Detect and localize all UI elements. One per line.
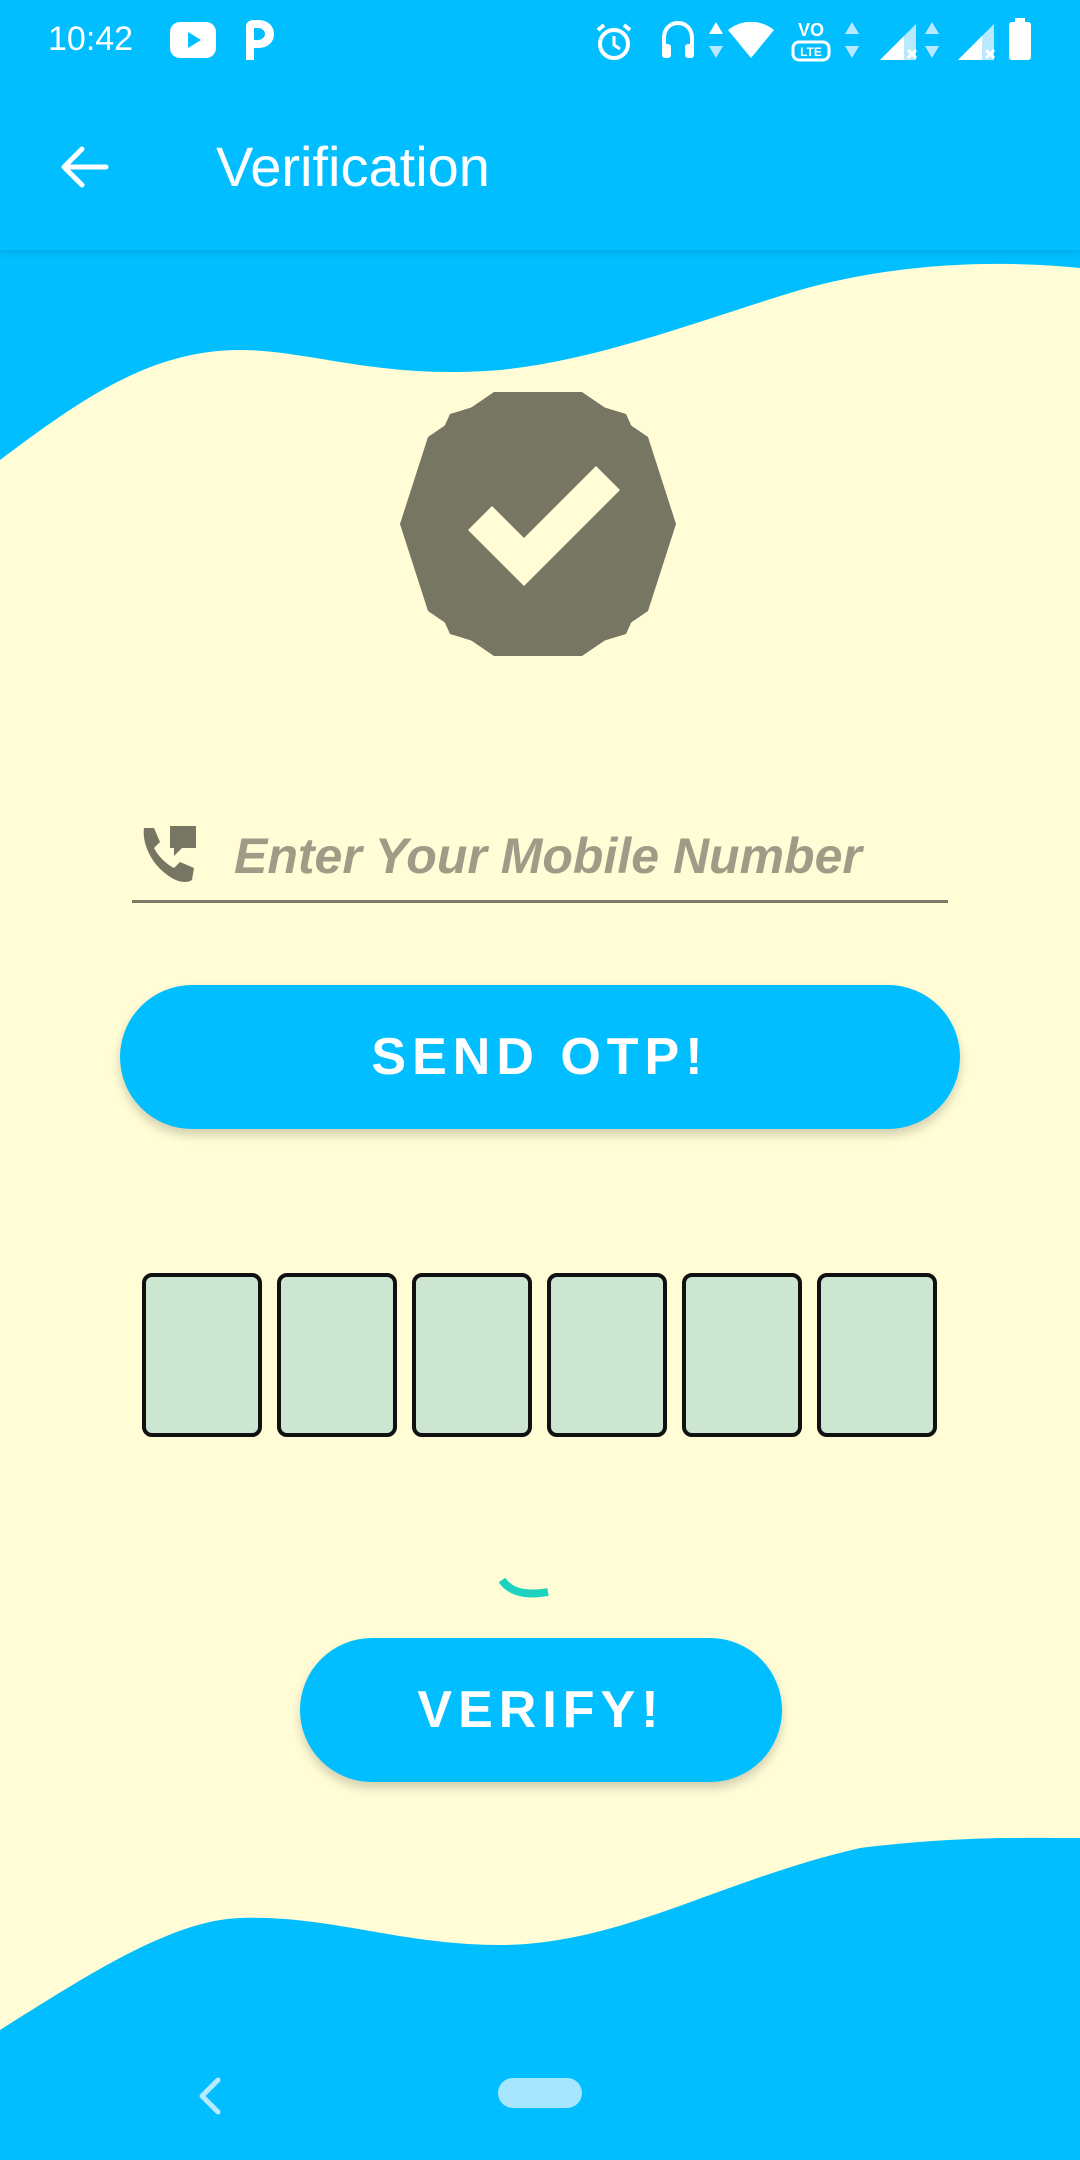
otp-input-row [142, 1273, 938, 1437]
loading-spinner-icon [498, 1577, 549, 1598]
status-time: 10:42 [48, 20, 134, 58]
arrow-back-icon [61, 146, 109, 188]
home-pill-icon[interactable] [498, 2078, 582, 2108]
svg-text:VO: VO [798, 20, 824, 40]
status-bar: 10:42 VO LTE [0, 0, 1080, 84]
page-title: Verification [216, 135, 490, 198]
svg-text:LTE: LTE [800, 45, 822, 59]
otp-box-3[interactable] [412, 1273, 532, 1437]
battery-icon [1009, 18, 1031, 60]
otp-box-5[interactable] [682, 1273, 802, 1437]
signal-sim1-icon [880, 24, 918, 60]
data-arrows-icon-2 [845, 22, 859, 58]
volte-icon: VO LTE [791, 20, 831, 62]
data-arrows-icon [709, 22, 723, 58]
p-app-icon [246, 20, 274, 60]
otp-box-6[interactable] [817, 1273, 937, 1437]
otp-box-2[interactable] [277, 1273, 397, 1437]
signal-arrows-icon [925, 22, 939, 58]
back-button[interactable] [40, 124, 126, 210]
verified-badge-icon [400, 392, 676, 656]
signal-sim2-icon [958, 24, 996, 60]
phone-field [132, 810, 948, 903]
nav-back-icon[interactable] [190, 2074, 230, 2118]
phone-forwarded-icon [143, 826, 196, 882]
phone-input[interactable] [232, 816, 936, 896]
verify-button[interactable]: VERIFY! [300, 1638, 782, 1782]
otp-box-4[interactable] [547, 1273, 667, 1437]
headset-icon [662, 20, 694, 58]
send-otp-button[interactable]: SEND OTP! [120, 985, 960, 1129]
youtube-icon [170, 22, 216, 58]
alarm-icon [596, 23, 632, 60]
app-bar: Verification [0, 84, 1080, 250]
wifi-icon [728, 22, 774, 58]
otp-box-1[interactable] [142, 1273, 262, 1437]
